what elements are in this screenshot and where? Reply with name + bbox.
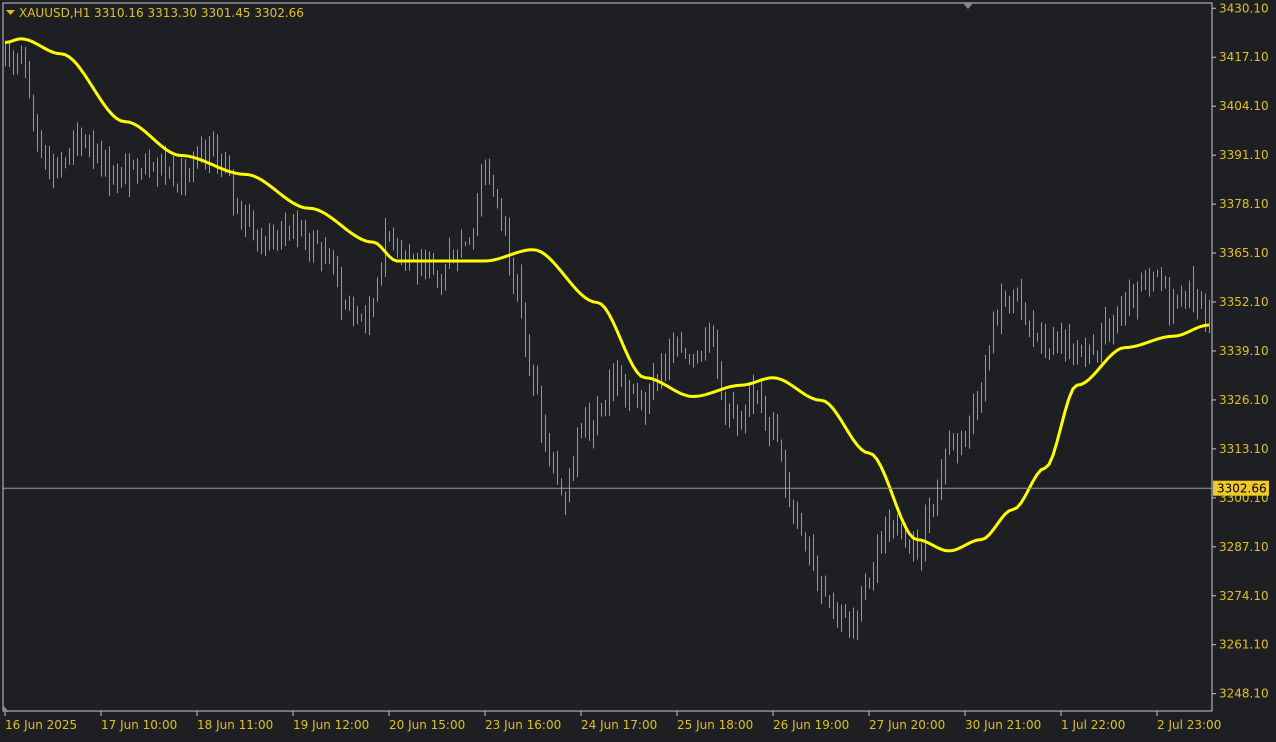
y-tick-label: 3430.10 xyxy=(1219,1,1269,15)
y-tick-label: 3313.10 xyxy=(1219,442,1269,456)
price-chart[interactable]: 3430.10 3417.10 3404.10 3391.10 3378.10 3365.… xyxy=(0,0,1276,738)
x-tick-label: 24 Jun 17:00 xyxy=(581,718,657,732)
y-tick-label: 3417.10 xyxy=(1219,50,1269,64)
x-tick-label: 1 Jul 22:00 xyxy=(1061,718,1125,732)
x-tick-label: 19 Jun 12:00 xyxy=(293,718,369,732)
symbol-timeframe: XAUUSD,H1 xyxy=(19,6,90,20)
x-tick-label: 30 Jun 21:00 xyxy=(965,718,1041,732)
y-tick-label: 3404.10 xyxy=(1219,99,1269,113)
y-tick-label: 3352.10 xyxy=(1219,295,1269,309)
y-tick-label: 3287.10 xyxy=(1219,540,1269,554)
chart-header: XAUUSD,H1 3310.16 3313.30 3301.45 3302.6… xyxy=(6,6,304,20)
x-tick-label: 18 Jun 11:00 xyxy=(197,718,273,732)
ohlc-values: 3310.16 3313.30 3301.45 3302.66 xyxy=(94,6,304,20)
x-tick-label: 17 Jun 10:00 xyxy=(101,718,177,732)
y-tick-label: 3339.10 xyxy=(1219,344,1269,358)
x-tick-label: 23 Jun 16:00 xyxy=(485,718,561,732)
x-tick-label: 27 Jun 20:00 xyxy=(869,718,945,732)
y-tick-label: 3274.10 xyxy=(1219,589,1269,603)
y-tick-label: 3326.10 xyxy=(1219,393,1269,407)
x-tick-label: 25 Jun 18:00 xyxy=(677,718,753,732)
x-tick-label: 20 Jun 15:00 xyxy=(389,718,465,732)
x-tick-label: 26 Jun 19:00 xyxy=(773,718,849,732)
y-tick-label: 3365.10 xyxy=(1219,246,1269,260)
x-tick-label: 16 Jun 2025 xyxy=(5,718,77,732)
x-tick-label: 2 Jul 23:00 xyxy=(1157,718,1221,732)
current-price-label: 3302.66 xyxy=(1217,482,1267,496)
current-price-tag: 3302.66 xyxy=(1213,480,1269,496)
y-tick-label: 3261.10 xyxy=(1219,638,1269,652)
price-axis: 3430.10 3417.10 3404.10 3391.10 3378.10 3365.… xyxy=(1212,1,1269,701)
y-tick-label: 3248.10 xyxy=(1219,687,1269,701)
chart-background xyxy=(0,0,1276,738)
y-tick-label: 3378.10 xyxy=(1219,197,1269,211)
y-tick-label: 3391.10 xyxy=(1219,148,1269,162)
chart-window: 3430.10 3417.10 3404.10 3391.10 3378.10 3365.… xyxy=(0,0,1276,738)
